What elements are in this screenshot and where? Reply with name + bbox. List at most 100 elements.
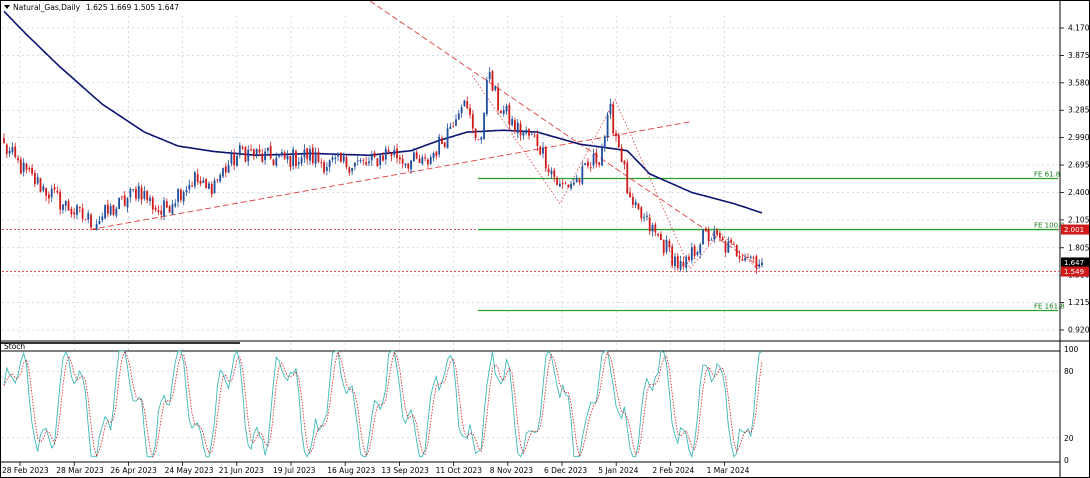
time-tick-label: 28 Mar 2023	[56, 466, 104, 475]
candle-body	[199, 180, 202, 184]
candle-body	[356, 160, 359, 162]
candle-body	[48, 194, 50, 199]
candle-body	[637, 203, 640, 209]
candle-body	[539, 146, 542, 155]
candle-body	[165, 201, 168, 208]
candle-body	[222, 168, 224, 177]
candle-body	[516, 122, 519, 134]
candle-body	[671, 246, 674, 266]
candle-body	[95, 224, 98, 230]
candle-body	[17, 158, 19, 161]
candle-body	[314, 152, 317, 164]
candle-body	[721, 237, 724, 241]
candle-body	[292, 149, 295, 167]
candle-body	[309, 149, 311, 161]
candle-body	[485, 79, 488, 115]
candle-body	[157, 210, 160, 213]
candle-body	[398, 157, 401, 160]
candle-body	[202, 180, 205, 183]
candle-body	[370, 154, 373, 161]
candle-body	[238, 145, 241, 156]
time-tick-label: 8 Nov 2023	[490, 466, 533, 475]
candle-body	[78, 206, 81, 209]
candle-body	[376, 158, 379, 167]
candle-body	[727, 241, 730, 253]
candle-body	[337, 153, 339, 157]
candle-body	[216, 179, 219, 180]
candle-body	[645, 215, 648, 217]
candle-body	[651, 225, 654, 232]
candle-body	[317, 151, 320, 162]
candle-body	[676, 256, 679, 269]
candle-body	[654, 224, 657, 233]
candle-body	[275, 157, 278, 166]
candle-body	[457, 113, 460, 120]
candle-body	[716, 230, 718, 235]
candle-body	[320, 162, 323, 164]
time-tick-label: 1 Mar 2024	[707, 466, 750, 475]
time-tick-label: 19 Jul 2023	[273, 466, 316, 475]
candle-body	[553, 170, 556, 177]
candle-body	[581, 166, 584, 184]
price-tick-label: 2.990	[1068, 133, 1090, 142]
candle-body	[384, 149, 387, 160]
candle-body	[396, 148, 398, 159]
candle-body	[401, 158, 404, 164]
candle-body	[365, 161, 368, 165]
candle-body	[151, 197, 154, 210]
chart-title: Natural_Gas,Daily	[13, 3, 81, 12]
candle-body	[713, 230, 716, 240]
candle-body	[31, 167, 33, 174]
candle-body	[121, 196, 123, 198]
chart-svg[interactable]: Natural_Gas,Daily 1.625 1.669 1.505 1.64…	[0, 0, 1090, 478]
candle-body	[494, 86, 497, 91]
candle-body	[118, 197, 121, 209]
candle-body	[306, 148, 309, 160]
candle-body	[368, 161, 370, 164]
price-tick-label: 3.580	[1068, 78, 1090, 87]
candle-body	[339, 152, 342, 162]
candle-body	[351, 168, 354, 172]
chart-window: Natural_Gas,Daily 1.625 1.669 1.505 1.64…	[0, 0, 1090, 478]
candle-body	[749, 256, 752, 258]
candle-body	[575, 178, 578, 182]
candle-body	[3, 138, 5, 143]
candle-body	[704, 228, 707, 232]
fib-level-label: FE 161.8	[1034, 302, 1065, 310]
candle-body	[303, 149, 306, 158]
candle-body	[626, 162, 629, 194]
stoch-tick-label: 0	[1064, 456, 1069, 465]
candle-body	[738, 255, 741, 259]
candle-body	[572, 182, 575, 185]
candle-body	[441, 138, 443, 144]
candle-body	[455, 119, 457, 126]
candle-body	[269, 145, 272, 159]
candle-body	[674, 256, 676, 267]
fib-level-label: FE 100.0	[1034, 222, 1065, 230]
candle-body	[73, 212, 76, 215]
candle-body	[168, 206, 171, 213]
candle-body	[741, 259, 744, 261]
candle-body	[758, 264, 761, 267]
candle-body	[50, 188, 53, 198]
candle-body	[328, 160, 331, 167]
candle-body	[104, 205, 106, 219]
candle-body	[109, 205, 112, 215]
candle-body	[382, 155, 384, 161]
stoch-tick-label: 100	[1064, 345, 1079, 354]
candle-body	[373, 152, 376, 157]
price-tick-label: 0.920	[1068, 326, 1090, 335]
candle-body	[45, 188, 48, 196]
candle-body	[112, 204, 115, 215]
time-tick-label: 21 Jun 2023	[219, 466, 264, 475]
candle-body	[5, 144, 8, 154]
candle-body	[497, 87, 500, 110]
candle-body	[62, 204, 64, 210]
candle-body	[735, 244, 738, 257]
candle-body	[297, 162, 300, 165]
candle-body	[584, 163, 587, 166]
candle-body	[511, 118, 514, 126]
candle-body	[59, 191, 62, 210]
candle-body	[693, 246, 696, 256]
candle-body	[747, 257, 749, 258]
